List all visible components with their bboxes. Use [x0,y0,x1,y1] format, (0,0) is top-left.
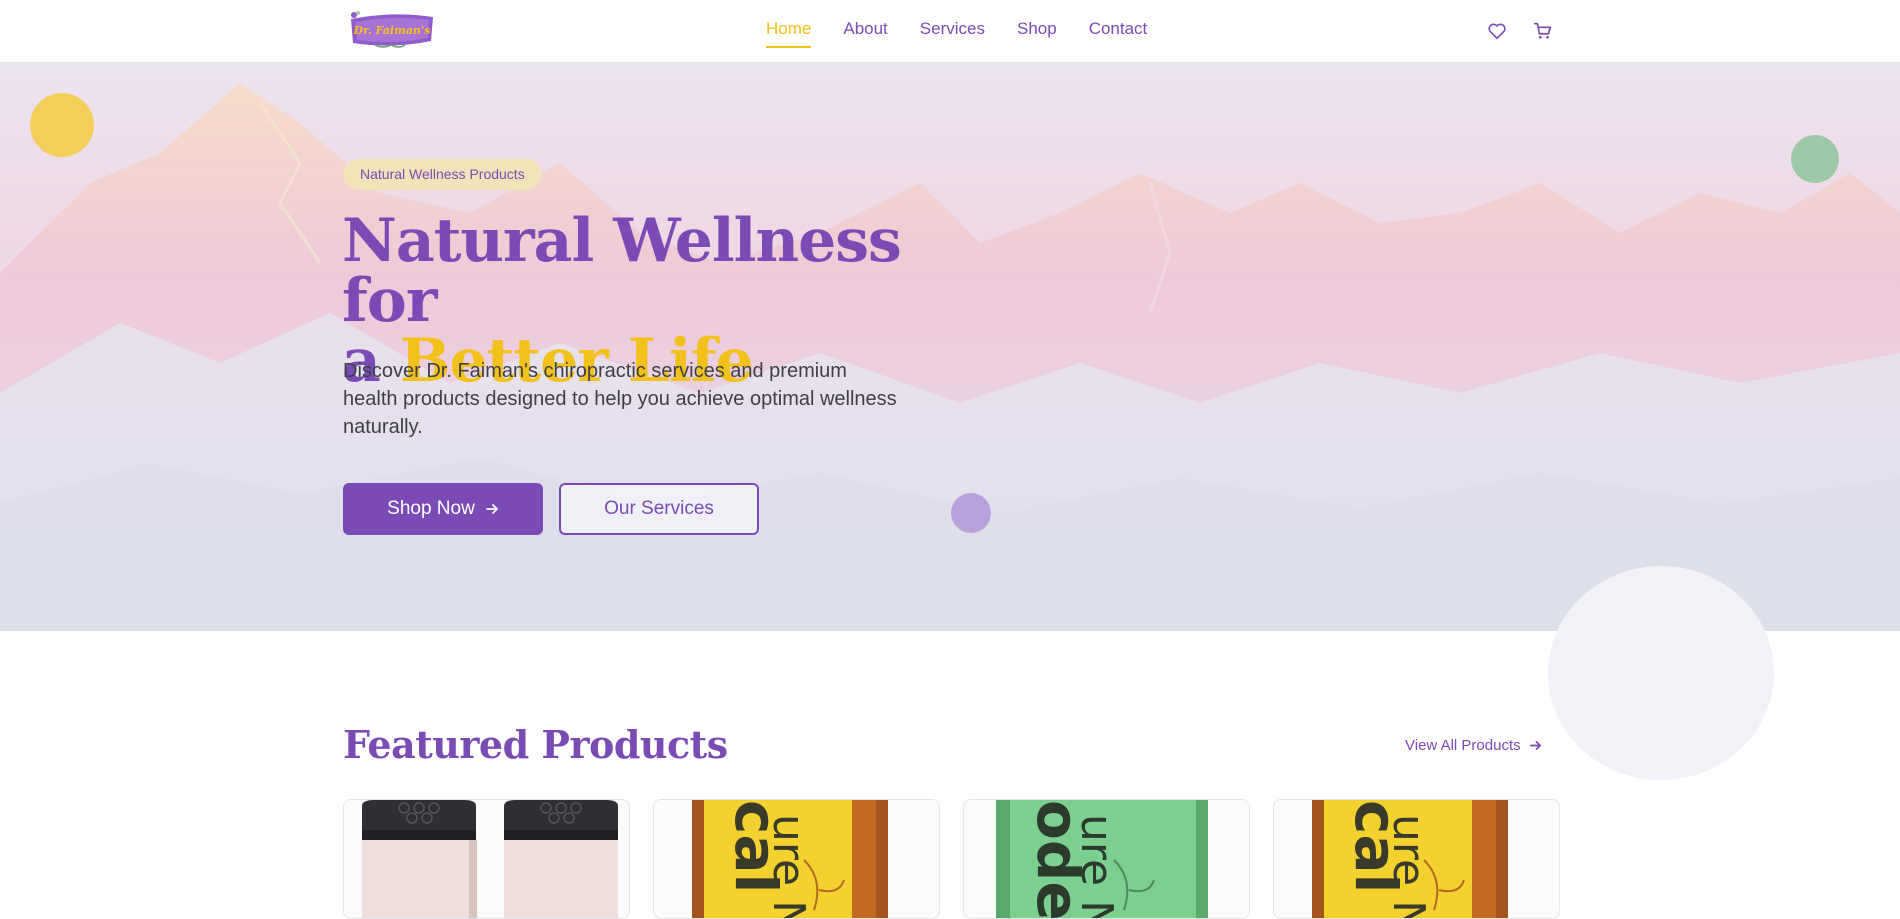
dr-faimans-logo[interactable]: Dr. Faiman's [345,9,439,51]
nav-icons [1486,20,1554,42]
our-services-label: Our Services [604,498,714,519]
arrow-right-icon [485,504,498,514]
heart-icon[interactable] [1486,20,1508,42]
arrow-right-icon [1529,740,1541,751]
product-card[interactable]: ode ure N [963,799,1250,919]
product-card[interactable] [343,799,630,919]
green-label-jar-image: ode ure N [964,800,1249,919]
svg-text:cal: cal [1342,800,1410,893]
decorative-green-circle [1791,135,1839,183]
main-nav: Home About Services Shop Contact [766,19,1147,48]
nav-shop[interactable]: Shop [1017,19,1057,48]
svg-text:cal: cal [722,800,790,893]
yellow-calm-label-image: ure N cal [1274,800,1559,918]
decorative-purple-circle [951,493,991,533]
hero-description: Discover Dr. Faiman's chiropractic servi… [343,360,897,438]
logo-text: Dr. Faiman's [353,24,431,37]
hero-badge: Natural Wellness Products [343,159,542,190]
salt-shaker-jars-image [344,800,629,918]
decorative-yellow-circle [30,93,94,157]
hero-section: Natural Wellness Products Natural Wellne… [0,63,1900,631]
product-card[interactable]: ure N cal [1273,799,1560,919]
navbar: Dr. Faiman's Home About Services Shop Co… [0,0,1900,63]
nav-services[interactable]: Services [920,19,985,48]
view-all-label: View All Products [1405,737,1521,754]
nav-home[interactable]: Home [766,19,812,48]
svg-text:ure N: ure N [1071,814,1122,919]
nav-contact[interactable]: Contact [1089,19,1148,48]
featured-products-title: Featured Products [343,722,728,767]
product-card[interactable]: ure N cal [653,799,940,919]
view-all-products-link[interactable]: View All Products [1405,737,1542,754]
shop-now-label: Shop Now [387,498,475,519]
hero-title-line1: Natural Wellness for [342,206,902,336]
nav-about[interactable]: About [843,19,887,48]
shop-now-button[interactable]: Shop Now [343,483,543,535]
decorative-light-circle [1548,566,1774,780]
yellow-calm-label-image: ure N cal [654,800,939,918]
cart-icon[interactable] [1532,20,1554,42]
our-services-button[interactable]: Our Services [559,483,759,535]
